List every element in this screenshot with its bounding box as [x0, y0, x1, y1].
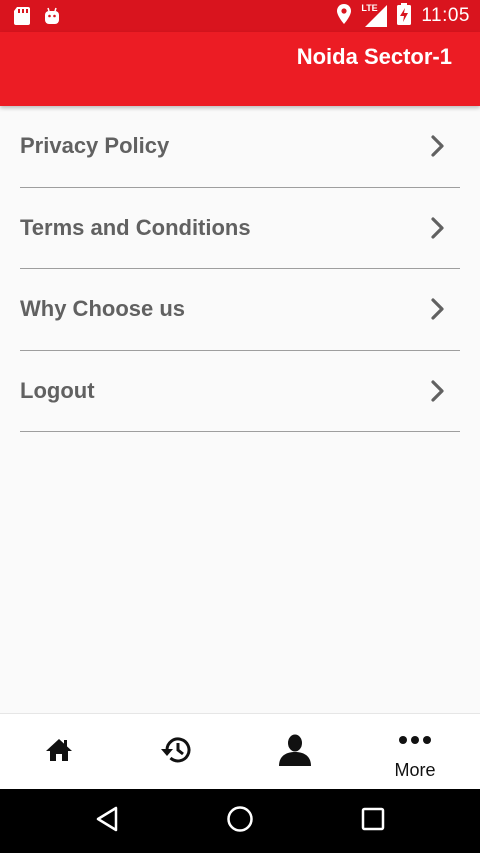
recents-icon: [361, 807, 385, 836]
menu-item-label: Logout: [20, 377, 95, 403]
menu-item-privacy-policy[interactable]: Privacy Policy: [20, 106, 460, 188]
menu-item-label: Why Choose us: [20, 296, 186, 322]
nav-more-label: More: [394, 760, 436, 780]
system-home-button[interactable]: [200, 789, 280, 853]
signal-icon: LTE: [361, 3, 388, 27]
nav-home[interactable]: [0, 714, 118, 790]
menu-item-label: Terms and Conditions: [20, 214, 251, 240]
chevron-right-icon: [430, 216, 446, 245]
chevron-right-icon: [430, 379, 446, 408]
page-title: Noida Sector-1: [296, 44, 452, 69]
system-recents-button[interactable]: [333, 789, 413, 853]
status-time: 11:05: [421, 5, 470, 26]
battery-charging-icon: [397, 2, 412, 30]
settings-menu: Privacy Policy Terms and Conditions Why …: [20, 106, 460, 432]
chevron-right-icon: [430, 134, 446, 163]
history-icon: [161, 735, 193, 770]
menu-item-why-choose-us[interactable]: Why Choose us: [20, 269, 460, 351]
home-icon: [45, 737, 73, 768]
network-type-label: LTE: [361, 3, 378, 13]
profile-icon: [278, 734, 312, 771]
location-icon: [337, 3, 352, 29]
sd-card-icon: [14, 7, 30, 30]
chevron-right-icon: [430, 297, 446, 326]
status-bar: LTE 11:05: [0, 0, 480, 32]
menu-item-terms-and-conditions[interactable]: Terms and Conditions: [20, 188, 460, 269]
menu-item-logout[interactable]: Logout: [20, 351, 460, 432]
more-icon: [356, 736, 474, 744]
nav-more[interactable]: More: [356, 714, 474, 790]
nav-history[interactable]: [118, 714, 236, 790]
bottom-nav: More: [0, 713, 480, 789]
home-circle-icon: [226, 805, 254, 838]
nav-profile[interactable]: [236, 714, 354, 790]
app-bar: Noida Sector-1: [0, 32, 480, 106]
back-icon: [95, 806, 119, 837]
system-nav-bar: [0, 789, 480, 853]
system-back-button[interactable]: [67, 789, 147, 853]
menu-item-label: Privacy Policy: [20, 133, 170, 159]
android-icon: [44, 7, 60, 30]
